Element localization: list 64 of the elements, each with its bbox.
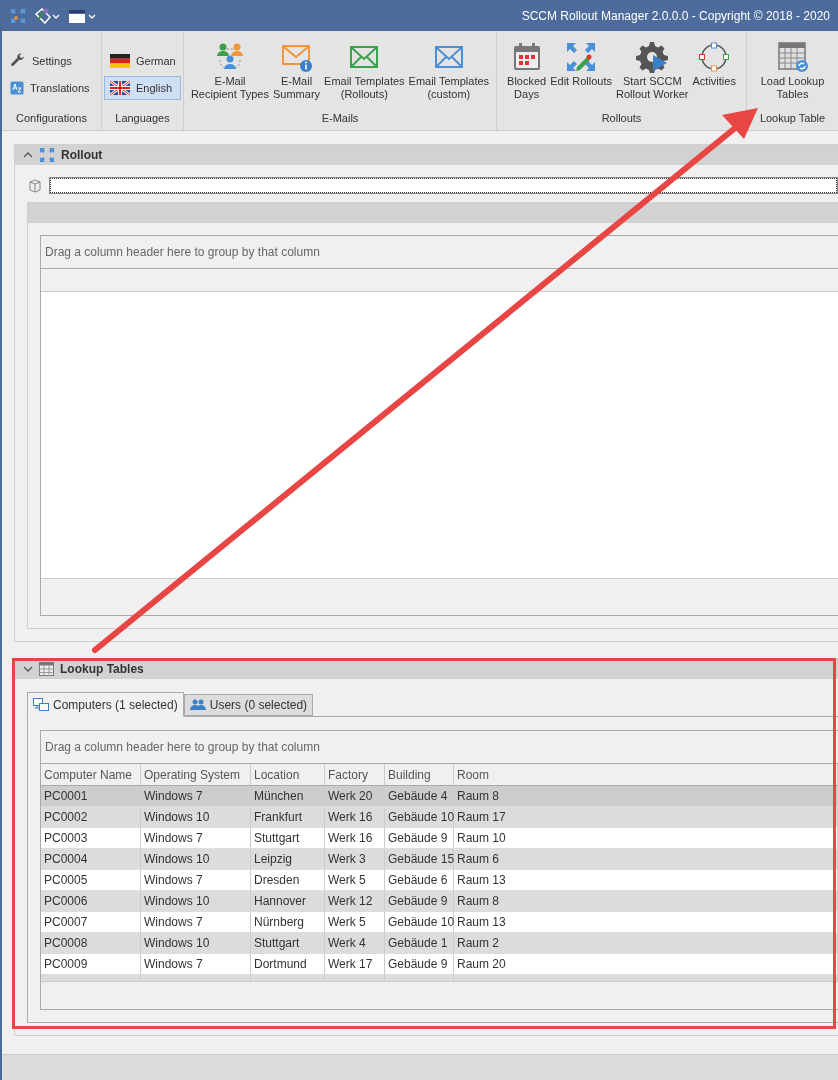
gear-play-icon — [636, 41, 669, 73]
table-row[interactable]: PC0001 Windows 7 München Werk 20 Gebäude 4 Raum 8 — [41, 785, 838, 807]
ribbon-button[interactable]: E-Mail Recipient Types — [188, 40, 271, 108]
ribbon-button[interactable]: Start SCCM Rollout Worker — [613, 40, 691, 108]
table-cell: PC0004 — [41, 848, 141, 870]
flag-icon — [110, 54, 130, 68]
collapse-icon[interactable] — [23, 151, 33, 159]
group-panel-hint: Drag a column header here to group by that column — [41, 236, 838, 269]
wrench-icon — [10, 53, 26, 69]
group-label: Rollouts — [600, 111, 643, 126]
ribbon-button[interactable]: English — [104, 76, 181, 100]
table-row[interactable]: PC0006 Windows 10 Hannover Werk 12 Gebäude 9 Raum 8 — [41, 890, 838, 912]
cycle-icon — [698, 41, 731, 73]
group-label: Languages — [114, 111, 171, 126]
column-header[interactable]: Computer Name — [41, 764, 141, 786]
ribbon-button[interactable]: Email Templates (Rollouts) — [322, 40, 407, 108]
table-cell: PC0005 — [41, 869, 141, 891]
collapse-icon[interactable] — [23, 665, 33, 673]
table-cell: PC0008 — [41, 932, 141, 954]
ribbon-button[interactable]: Activities — [690, 40, 738, 108]
table-row[interactable]: PC0005 Windows 7 Dresden Werk 5 Gebäude 6 Raum 13 — [41, 869, 838, 891]
column-header[interactable]: Factory — [324, 764, 385, 786]
table-cell: PC0006 — [41, 890, 141, 912]
tab[interactable]: Computers (1 selected) — [27, 692, 184, 717]
panel-title: Lookup Tables — [60, 662, 144, 676]
table-cell: PC0003 — [41, 827, 141, 849]
table-row[interactable]: PC0009 Windows 7 Dortmund Werk 17 Gebäude 9 Raum 20 — [41, 953, 838, 975]
flag-icon — [110, 81, 130, 95]
column-header[interactable]: Room — [453, 764, 838, 786]
ribbon-button[interactable]: Edit Rollouts — [548, 40, 614, 108]
table-icon — [39, 662, 54, 676]
table-cell: PC0007 — [41, 911, 141, 933]
table-row[interactable]: PC0008 Windows 10 Stuttgart Werk 4 Gebäude 1 Raum 2 — [41, 932, 838, 954]
panel-title: Rollout — [61, 148, 103, 162]
table-row[interactable]: PC0007 Windows 7 Nürnberg Werk 5 Gebäude 10 Raum 13 — [41, 911, 838, 933]
ribbon-button[interactable]: E-Mail Summary — [271, 40, 323, 108]
ribbon-button[interactable]: Blocked Days — [505, 40, 549, 108]
group-label: E-Mails — [320, 111, 360, 126]
ribbon-button[interactable]: Translations — [4, 76, 99, 100]
ribbon-button[interactable]: Email Templates (custom) — [406, 40, 492, 108]
window-dropdown-icon[interactable] — [68, 7, 98, 24]
ribbon-button[interactable]: Settings — [4, 49, 99, 73]
tab[interactable]: Users (0 selected) — [183, 694, 314, 716]
computers-icon — [33, 697, 49, 712]
table-cell: PC0001 — [41, 785, 141, 807]
table-cell: PC0002 — [41, 806, 141, 828]
table-cell: PC0009 — [41, 953, 141, 975]
expand-icon — [39, 147, 55, 163]
column-header[interactable]: Building — [384, 764, 454, 786]
table-refresh-icon — [776, 41, 809, 73]
users-icon — [189, 698, 206, 712]
translate-icon — [10, 81, 24, 95]
input-field[interactable] — [49, 177, 838, 194]
group-label: Configurations — [15, 111, 88, 126]
expand-pencil-icon — [565, 41, 598, 73]
window-title: SCCM Rollout Manager 2.0.0.0 - Copyright © 2018 - 2020 — [521, 8, 830, 23]
ribbon-button[interactable]: Load Lookup Tables — [758, 40, 827, 108]
table-row[interactable]: PC0004 Windows 10 Leipzig Werk 3 Gebäude 15 Raum 6 — [41, 848, 838, 870]
table-row[interactable]: PC0002 Windows 10 Frankfurt Werk 16 Gebäude 10 Raum 17 — [41, 806, 838, 828]
table-row[interactable]: PC0003 Windows 7 Stuttgart Werk 16 Gebäude 9 Raum 10 — [41, 827, 838, 849]
ribbon-button[interactable]: German — [104, 49, 181, 73]
group-label: Lookup Table — [758, 111, 827, 126]
column-header[interactable]: Operating System — [140, 764, 251, 786]
column-header[interactable]: Location — [250, 764, 325, 786]
